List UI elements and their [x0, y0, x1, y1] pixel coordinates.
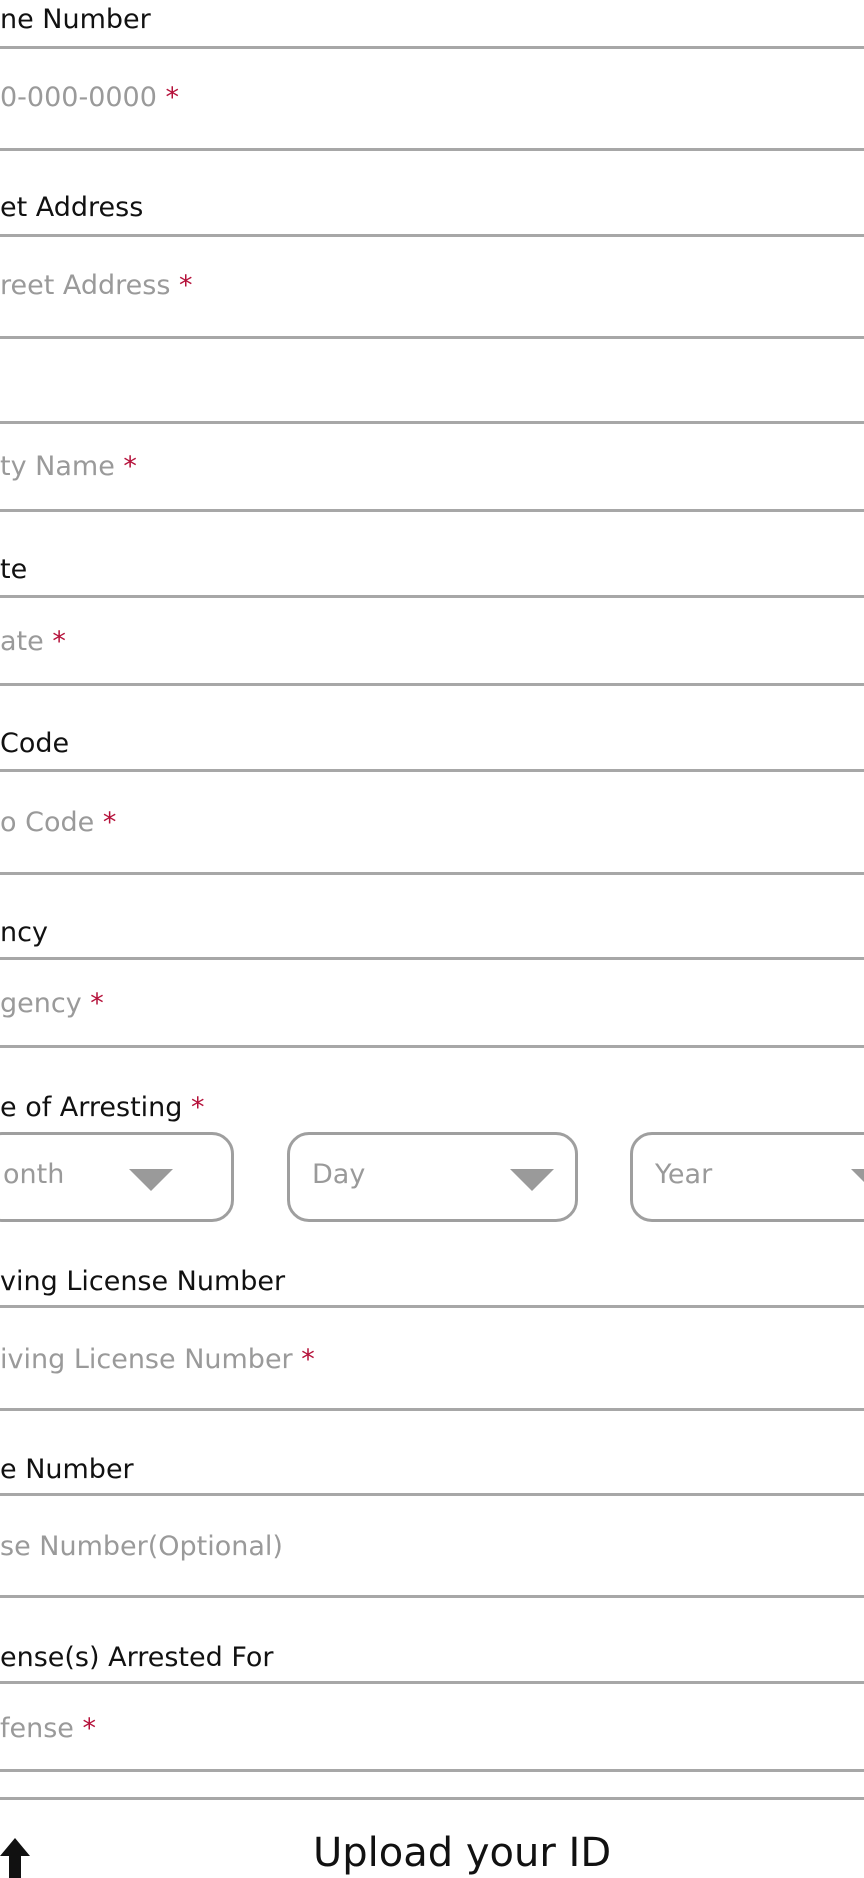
case-label-divider	[0, 1493, 864, 1496]
required-asterisk: *	[82, 1713, 97, 1744]
street-address-label: et Address	[0, 192, 144, 223]
zip-label-divider	[0, 769, 864, 772]
street-address-input[interactable]: reet Address *	[0, 270, 193, 301]
year-select-value: Year	[655, 1159, 713, 1190]
zip-code-input[interactable]: o Code *	[0, 807, 116, 838]
chevron-down-icon	[851, 1169, 864, 1191]
offense-input[interactable]: fense *	[0, 1713, 96, 1744]
license-number-placeholder: iving License Number	[0, 1344, 302, 1375]
agency-label: ncy	[0, 917, 48, 948]
arrest-date-label-text: e of Arresting	[0, 1092, 192, 1123]
agency-placeholder: gency	[0, 988, 91, 1019]
city-name-placeholder: ty Name	[0, 451, 124, 482]
upload-id-button[interactable]: Upload your ID	[0, 1812, 864, 1878]
offense-label-divider	[0, 1681, 864, 1684]
zip-code-placeholder: o Code	[0, 807, 103, 838]
phone-number-label: ne Number	[0, 4, 151, 35]
zip-code-label: Code	[0, 728, 70, 759]
required-asterisk: *	[102, 807, 117, 838]
street-input-underline	[0, 336, 864, 339]
chevron-down-icon	[510, 1169, 554, 1191]
year-select[interactable]: Year	[630, 1132, 864, 1222]
required-asterisk: *	[191, 1092, 205, 1123]
arrest-form: ne Number 0-000-0000 * et Address reet A…	[0, 0, 864, 1878]
required-asterisk: *	[90, 988, 104, 1019]
state-label: te	[0, 554, 28, 585]
license-number-input[interactable]: iving License Number *	[0, 1344, 315, 1375]
month-select[interactable]: onth	[0, 1132, 234, 1222]
phone-number-input[interactable]: 0-000-0000 *	[0, 82, 179, 113]
license-number-label: ving License Number	[0, 1266, 286, 1297]
case-number-label: e Number	[0, 1454, 134, 1485]
zip-input-underline	[0, 872, 864, 875]
offense-input-underline	[0, 1769, 864, 1772]
city-input-underline	[0, 509, 864, 512]
required-asterisk: *	[301, 1344, 315, 1375]
required-asterisk: *	[123, 451, 137, 482]
case-number-input[interactable]: se Number(Optional)	[0, 1531, 283, 1562]
agency-label-divider	[0, 957, 864, 960]
agency-input-underline	[0, 1045, 864, 1048]
phone-input-underline	[0, 148, 864, 151]
license-label-divider	[0, 1305, 864, 1308]
street-address-placeholder: reet Address	[0, 270, 180, 301]
offense-label: ense(s) Arrested For	[0, 1642, 274, 1673]
required-asterisk: *	[179, 270, 193, 301]
case-number-placeholder: se Number(Optional)	[0, 1531, 283, 1562]
state-label-divider	[0, 595, 864, 598]
street-line2-underline	[0, 421, 864, 424]
state-input[interactable]: ate *	[0, 626, 66, 657]
arrest-date-label: e of Arresting *	[0, 1092, 205, 1123]
upload-arrow-icon	[0, 1838, 30, 1878]
offense-placeholder: fense	[0, 1713, 83, 1744]
chevron-down-icon	[129, 1169, 173, 1191]
day-select[interactable]: Day	[287, 1132, 578, 1222]
case-input-underline	[0, 1595, 864, 1598]
agency-input[interactable]: gency *	[0, 988, 104, 1019]
license-input-underline	[0, 1408, 864, 1411]
street-label-divider	[0, 234, 864, 237]
required-asterisk: *	[165, 82, 180, 113]
city-name-input[interactable]: ty Name *	[0, 451, 137, 482]
required-asterisk: *	[52, 626, 66, 657]
month-select-value: onth	[3, 1159, 65, 1190]
day-select-value: Day	[312, 1159, 366, 1190]
state-input-underline	[0, 683, 864, 686]
phone-label-divider	[0, 46, 864, 49]
upload-divider	[0, 1797, 864, 1800]
state-placeholder: ate	[0, 626, 53, 657]
phone-number-placeholder: 0-000-0000	[0, 82, 166, 113]
upload-id-title: Upload your ID	[313, 1830, 612, 1876]
